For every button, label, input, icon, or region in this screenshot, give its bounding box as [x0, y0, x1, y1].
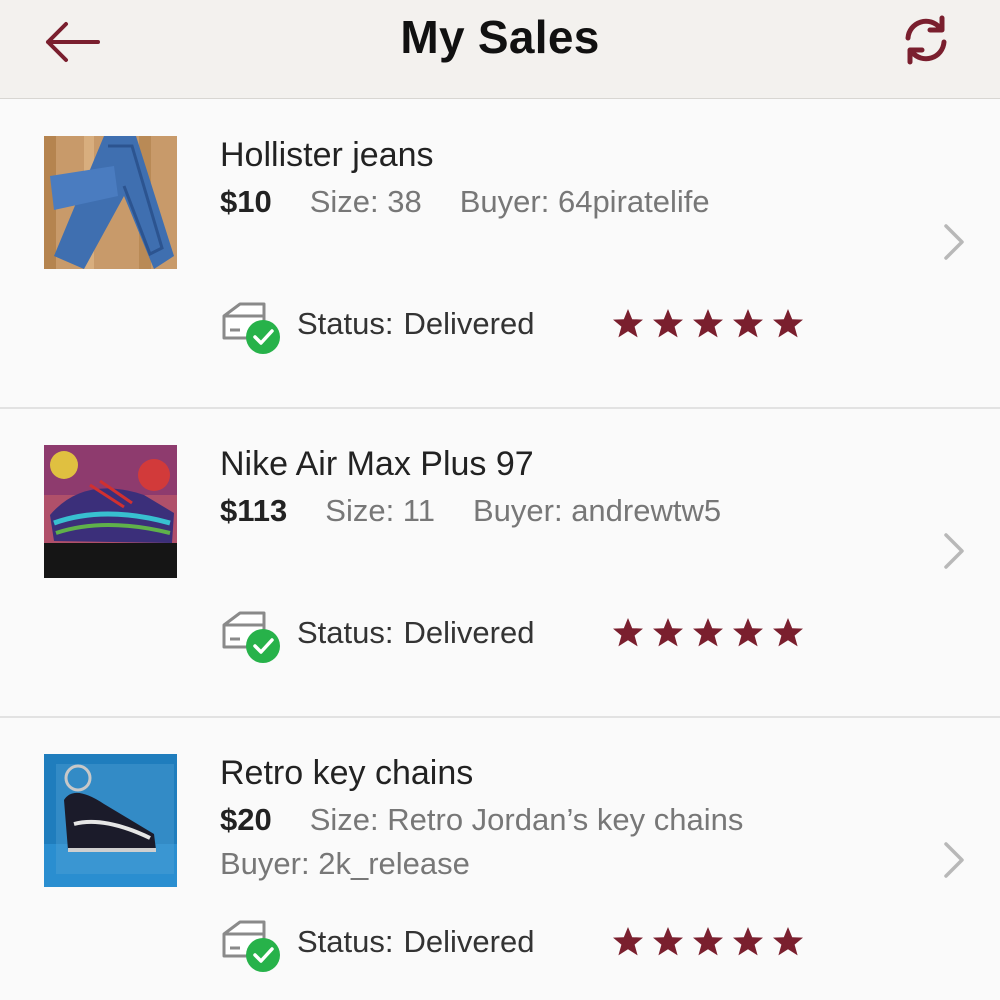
item-title: Hollister jeans: [220, 136, 434, 174]
star-icon: [693, 309, 723, 338]
item-price: $20: [220, 802, 272, 837]
status-label: Status:: [297, 924, 394, 959]
star-icon: [773, 927, 803, 956]
sale-row[interactable]: Hollister jeans $10 Size: 38 Buyer: 64pira…: [0, 100, 1000, 409]
item-buyer: Buyer: 64piratelife: [459, 184, 710, 219]
package-delivered-icon: [222, 302, 280, 354]
page-title: My Sales: [400, 11, 600, 63]
star-icon: [733, 618, 763, 647]
star-icon: [773, 309, 803, 338]
product-thumbnail-keychain: [44, 754, 177, 887]
star-icon: [613, 618, 643, 647]
sale-row[interactable]: Nike Air Max Plus 97 $113 Size: 11 Buyer: …: [0, 409, 1000, 718]
status-text: Status: Delivered: [297, 306, 534, 342]
item-title: Retro key chains: [220, 754, 474, 792]
item-buyer: Buyer: andrewtw5: [472, 493, 722, 528]
item-details: $113 Size: 11 Buyer: andrewtw5: [220, 493, 721, 529]
item-price: $113: [220, 493, 288, 528]
status-text: Status: Delivered: [297, 924, 534, 960]
item-title: Nike Air Max Plus 97: [220, 445, 534, 483]
star-icon: [733, 309, 763, 338]
package-delivered-icon: [222, 611, 280, 663]
star-icon: [733, 927, 763, 956]
status-text: Status: Delivered: [297, 615, 534, 651]
product-thumbnail-sneaker: [44, 445, 177, 578]
status-value: Delivered: [403, 306, 535, 341]
rating-stars: [612, 617, 812, 654]
item-price: $10: [220, 184, 272, 219]
refresh-icon: [905, 15, 947, 65]
status-label: Status:: [297, 615, 394, 650]
star-icon: [653, 309, 683, 338]
item-size: Size: 38: [309, 184, 422, 219]
item-details: $10 Size: 38 Buyer: 64piratelife: [220, 184, 710, 220]
star-icon: [653, 618, 683, 647]
chevron-right-icon[interactable]: [940, 838, 968, 882]
product-thumbnail-jeans: [44, 136, 177, 269]
item-details: $20 Size: Retro Jordan’s key chains: [220, 802, 743, 838]
rating-stars: [612, 308, 812, 345]
star-icon: [613, 309, 643, 338]
star-icon: [693, 618, 723, 647]
item-size: Size: 11: [325, 493, 435, 528]
status-value: Delivered: [403, 924, 535, 959]
star-icon: [773, 618, 803, 647]
header-bar: My Sales: [0, 0, 1000, 99]
sale-row[interactable]: Retro key chains $20 Size: Retro Jordan’s…: [0, 718, 1000, 1000]
star-icon: [653, 927, 683, 956]
status-value: Delivered: [403, 615, 535, 650]
chevron-right-icon[interactable]: [940, 529, 968, 573]
item-buyer: Buyer: 2k_release: [220, 846, 470, 881]
chevron-right-icon[interactable]: [940, 220, 968, 264]
item-size: Size: Retro Jordan’s key chains: [309, 802, 744, 837]
rating-stars: [612, 926, 812, 963]
star-icon: [693, 927, 723, 956]
sales-list: Hollister jeans $10 Size: 38 Buyer: 64pira…: [0, 100, 1000, 1000]
star-icon: [613, 927, 643, 956]
package-delivered-icon: [222, 920, 280, 972]
refresh-button[interactable]: [898, 12, 954, 68]
status-label: Status:: [297, 306, 394, 341]
